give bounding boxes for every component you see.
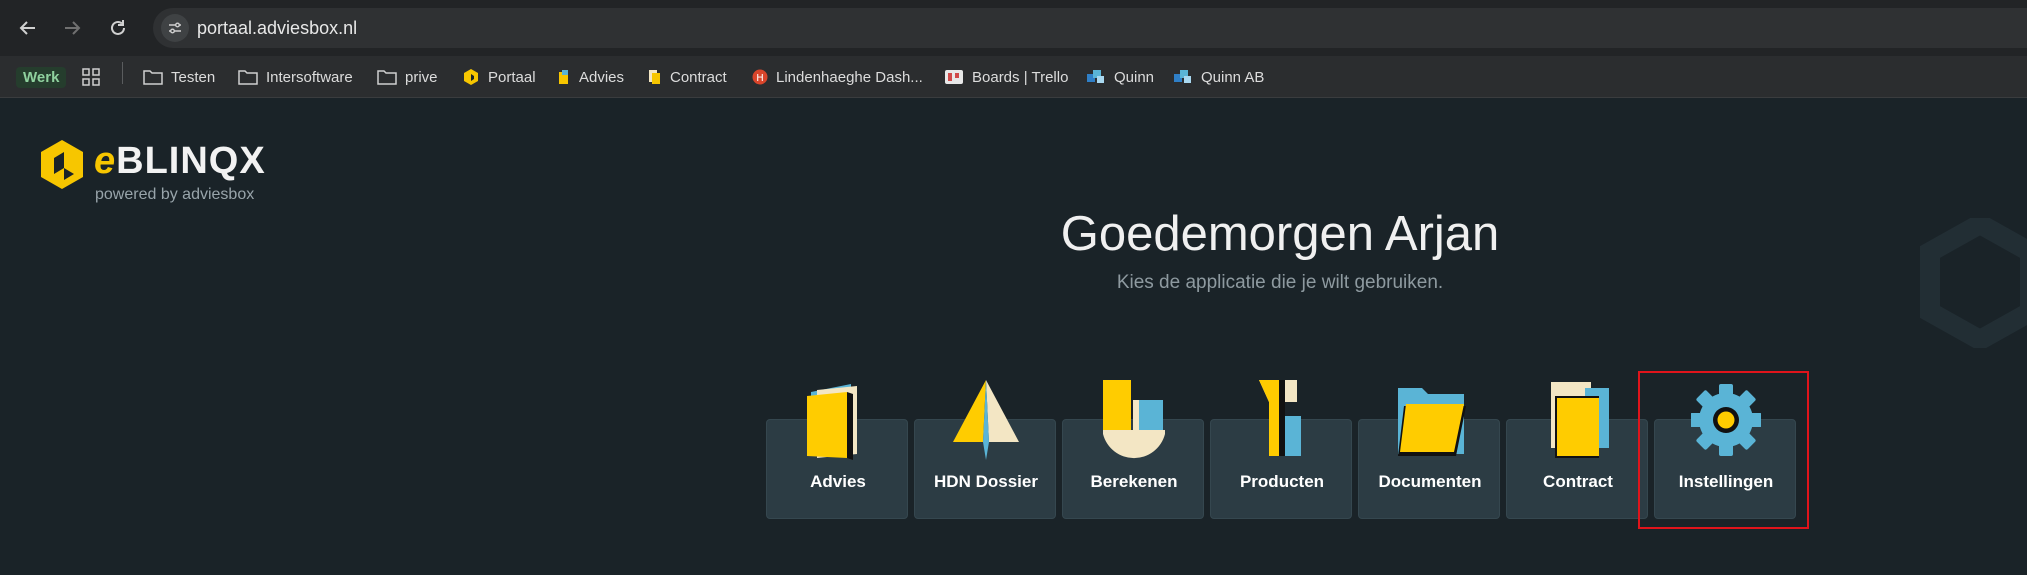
bookmark-quinn[interactable]: Quinn (1086, 64, 1154, 90)
bookmark-advies[interactable]: Advies (557, 64, 624, 90)
paper-plane-icon (953, 380, 1019, 460)
bookmark-contract[interactable]: Contract (648, 64, 727, 90)
tile-label: Advies (810, 472, 866, 491)
bookmark-label: Testen (171, 68, 216, 86)
bookmark-label: Quinn AB (1201, 68, 1265, 86)
bookmark-trello[interactable]: Boards | Trello (944, 64, 1068, 90)
quinn-favicon (1087, 70, 1104, 83)
bookmark-testen[interactable]: Testen (143, 64, 215, 90)
brand-name-prefix: e (94, 140, 117, 182)
trello-favicon (945, 70, 963, 84)
brand-tagline: powered by adviesbox (95, 186, 255, 203)
tile-label: Producten (1239, 472, 1325, 491)
arrow-right-icon (65, 21, 81, 35)
contract-favicon (649, 70, 660, 84)
tab-group-werk[interactable]: Werk (16, 64, 67, 90)
bookmark-label: Advies (579, 68, 625, 86)
products-icon (1259, 380, 1301, 456)
bookmark-lindenhaeghe[interactable]: H Lindenhaeghe Dash... (752, 64, 923, 90)
site-info-button[interactable] (161, 14, 189, 42)
bookmark-label: Contract (670, 68, 727, 86)
address-bar[interactable]: portaal.adviesbox.nl (153, 8, 2027, 48)
bookmarks-bar: Werk Testen Intersoftware prive Portaal … (0, 56, 2027, 98)
eblinqx-hexagon-icon (41, 140, 83, 189)
hexagon-decoration-icon (1920, 218, 2027, 348)
contract-icon (1551, 382, 1609, 458)
quinn-favicon (1174, 70, 1191, 83)
folder-icon (377, 70, 397, 85)
arrow-left-icon (19, 21, 35, 35)
bookmark-portaal[interactable]: Portaal (462, 64, 536, 90)
advies-favicon (559, 70, 568, 84)
hexagon-favicon (464, 69, 478, 85)
reload-button[interactable] (102, 12, 134, 44)
bookmark-intersoftware[interactable]: Intersoftware (238, 64, 353, 90)
app-tile-hdn-dossier[interactable]: HDN Dossier (914, 380, 1056, 519)
back-button[interactable] (12, 12, 44, 44)
app-tile-documenten[interactable]: Documenten (1358, 388, 1500, 519)
folder-open-icon (1398, 388, 1466, 456)
lindenhaeghe-favicon: H (752, 69, 768, 85)
app-tile-advies[interactable]: Advies (766, 384, 908, 519)
app-tile-contract[interactable]: Contract (1506, 382, 1648, 519)
tune-icon (169, 22, 181, 34)
selection-highlight (1638, 371, 1809, 529)
forward-button[interactable] (56, 12, 88, 44)
bookmark-quinn-ab[interactable]: Quinn AB (1173, 64, 1264, 90)
apps-grid-icon (82, 68, 100, 86)
page-title: Goedemorgen Arjan (1060, 207, 1500, 261)
bookmark-label: Quinn (1114, 68, 1155, 86)
bookmark-label: Boards | Trello (972, 68, 1069, 86)
eblinqx-logo[interactable]: eBLINQX powered by adviesbox (38, 138, 278, 208)
bookmark-prive[interactable]: prive (377, 64, 438, 90)
reload-icon (111, 20, 125, 35)
url-text[interactable]: portaal.adviesbox.nl (197, 18, 357, 39)
tab-group-label: Werk (16, 66, 67, 88)
svg-text:H: H (756, 73, 764, 84)
calculator-shape-icon (1103, 380, 1165, 459)
bookmark-label: Intersoftware (266, 68, 353, 86)
bookmark-label: prive (405, 68, 438, 86)
tile-label: Documenten (1378, 472, 1482, 491)
bookmark-label: Portaal (488, 68, 536, 86)
app-tile-producten[interactable]: Producten (1210, 380, 1352, 519)
app-tile-berekenen[interactable]: Berekenen (1062, 380, 1204, 519)
tile-label: Berekenen (1090, 472, 1178, 491)
book-icon (807, 384, 857, 460)
page-subtitle: Kies de applicatie die je wilt gebruiken… (1116, 272, 1444, 293)
folder-icon (238, 70, 258, 85)
bookmark-label: Lindenhaeghe Dash... (776, 68, 923, 86)
brand-name-rest: BLINQX (116, 140, 266, 182)
browser-toolbar: portaal.adviesbox.nl (0, 0, 2027, 56)
tile-label: HDN Dossier (934, 472, 1038, 491)
folder-icon (143, 70, 163, 85)
tile-label: Contract (1543, 472, 1613, 491)
brand-name: eBLINQX (94, 140, 266, 183)
bookmarks-divider (122, 62, 123, 84)
apps-button[interactable] (82, 64, 100, 90)
